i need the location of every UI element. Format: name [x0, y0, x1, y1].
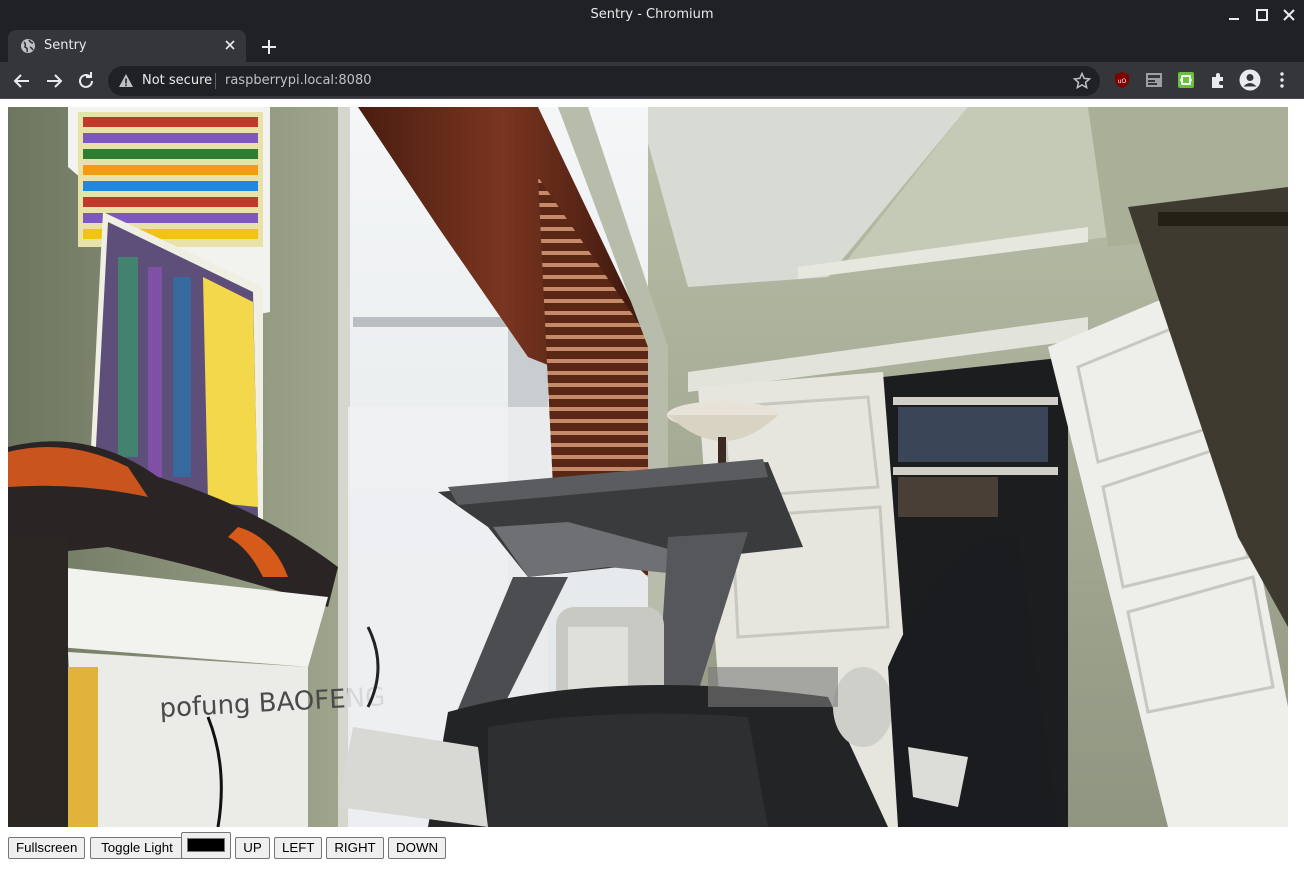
address-bar[interactable]: Not secure raspberrypi.local:8080: [108, 66, 1100, 96]
toolbar-divider: [0, 98, 1304, 99]
bookmark-star-icon[interactable]: [1072, 71, 1092, 91]
maximize-icon[interactable]: [1253, 6, 1271, 24]
camera-stream: pofung BAOFENG: [8, 107, 1288, 827]
tab-sentry[interactable]: Sentry: [8, 30, 246, 62]
close-window-icon[interactable]: [1280, 6, 1298, 24]
down-button[interactable]: DOWN: [388, 837, 446, 859]
ublock-origin-icon[interactable]: uO: [1112, 70, 1132, 90]
window-title: Sentry - Chromium: [590, 7, 714, 22]
close-tab-icon[interactable]: [222, 37, 238, 53]
left-button[interactable]: LEFT: [274, 837, 322, 859]
window-titlebar: Sentry - Chromium: [0, 0, 1304, 30]
security-status[interactable]: Not secure: [142, 73, 212, 88]
tab-title: Sentry: [44, 38, 87, 53]
more-menu-icon[interactable]: [1272, 70, 1292, 90]
browser-toolbar: Not secure raspberrypi.local:8080 uO: [0, 62, 1304, 99]
fullscreen-button[interactable]: Fullscreen: [8, 837, 85, 859]
profile-avatar-icon[interactable]: [1239, 69, 1261, 91]
tab-strip: Sentry: [0, 30, 1304, 62]
toggle-light-button[interactable]: Toggle Light: [90, 837, 184, 859]
extensions-puzzle-icon[interactable]: [1208, 70, 1228, 90]
reload-icon[interactable]: [74, 69, 98, 93]
light-color-picker[interactable]: [181, 832, 231, 859]
forward-icon[interactable]: [42, 69, 66, 93]
warning-icon[interactable]: [118, 73, 134, 89]
up-button[interactable]: UP: [235, 837, 270, 859]
css-extension-icon[interactable]: [1144, 70, 1164, 90]
globe-icon: [20, 38, 36, 54]
green-extension-icon[interactable]: [1176, 70, 1196, 90]
svg-text:uO: uO: [1118, 78, 1127, 85]
new-tab-icon[interactable]: [258, 36, 280, 58]
url-text[interactable]: raspberrypi.local:8080: [225, 73, 372, 88]
back-icon[interactable]: [10, 69, 34, 93]
right-button[interactable]: RIGHT: [326, 837, 384, 859]
color-swatch: [187, 838, 225, 852]
omnibox-divider: [215, 73, 216, 89]
minimize-icon[interactable]: [1225, 6, 1243, 24]
